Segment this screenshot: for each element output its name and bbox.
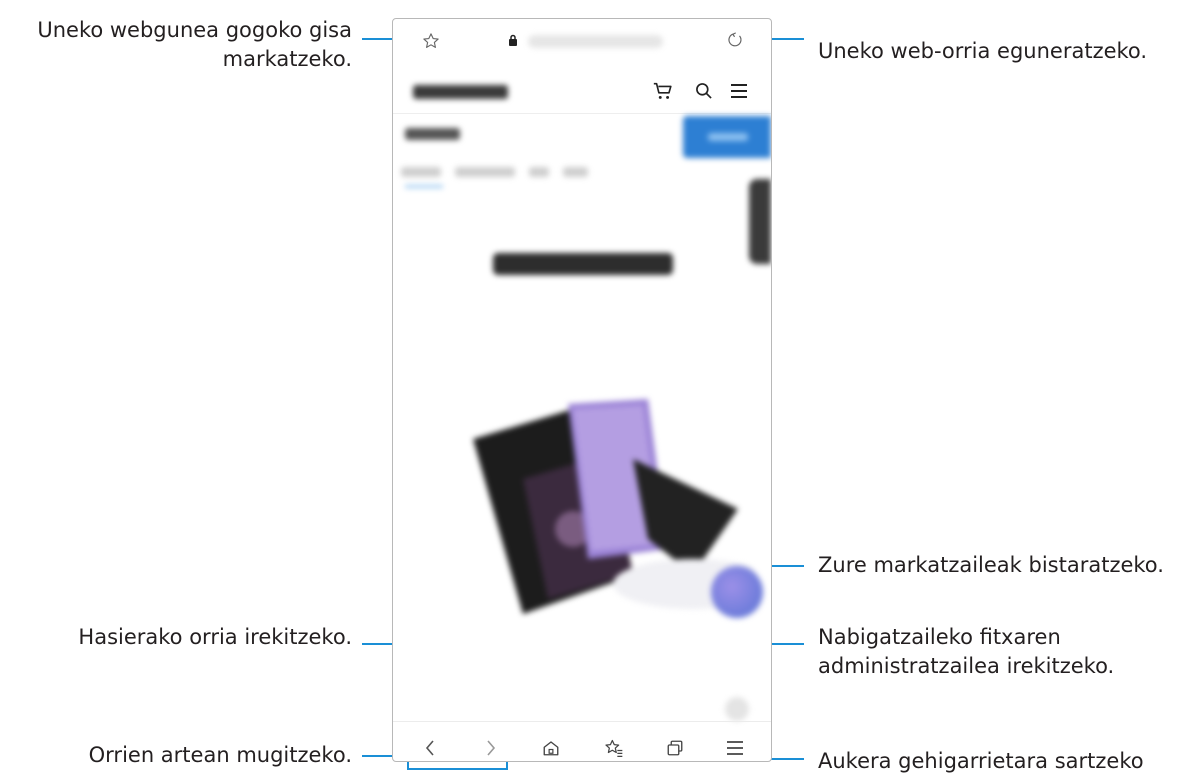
scroll-to-top[interactable] [725, 697, 749, 721]
product-image [473, 399, 753, 614]
cart-icon[interactable] [651, 79, 675, 103]
url-field[interactable] [528, 35, 663, 48]
browser-screen [392, 18, 772, 762]
page-headline [493, 253, 673, 275]
page-action-button[interactable] [683, 116, 771, 158]
star-icon[interactable] [421, 31, 441, 51]
product-badge [711, 566, 763, 618]
callout-refresh: Uneko web-orria eguneratzeko. [818, 39, 1148, 63]
callout-tab-manager: Nabigatzaileko fitxaren administratzaile… [818, 625, 1115, 678]
callout-bookmark-current: Uneko webgunea gogoko gisa markatzeko. [37, 18, 352, 71]
bottom-bar-divider [393, 721, 771, 722]
header-divider [393, 113, 771, 114]
hamburger-icon[interactable] [727, 79, 751, 103]
tabs-icon[interactable] [664, 737, 686, 759]
lock-icon [507, 33, 519, 47]
search-icon[interactable] [692, 79, 716, 103]
callout-more-options: Aukera gehigarrietara sartzeko [818, 749, 1144, 773]
chevron-right-icon[interactable] [481, 737, 501, 759]
refresh-icon[interactable] [725, 30, 745, 50]
home-icon[interactable] [540, 737, 562, 759]
floating-side-handle[interactable] [749, 179, 771, 264]
callout-home: Hasierako orria irekitzeko. [78, 625, 352, 649]
site-logo[interactable] [413, 85, 508, 99]
callout-view-bookmarks: Zure markatzaileak bistaratzeko. [818, 553, 1164, 577]
bookmarks-icon[interactable] [603, 737, 625, 759]
chevron-left-icon[interactable] [420, 737, 440, 759]
page-tab-row [401, 164, 588, 180]
page-tab-underline [405, 185, 443, 188]
more-menu-icon[interactable] [724, 737, 746, 759]
callout-navigate: Orrien artean mugitzeko. [88, 743, 352, 767]
page-breadcrumb [405, 128, 460, 140]
